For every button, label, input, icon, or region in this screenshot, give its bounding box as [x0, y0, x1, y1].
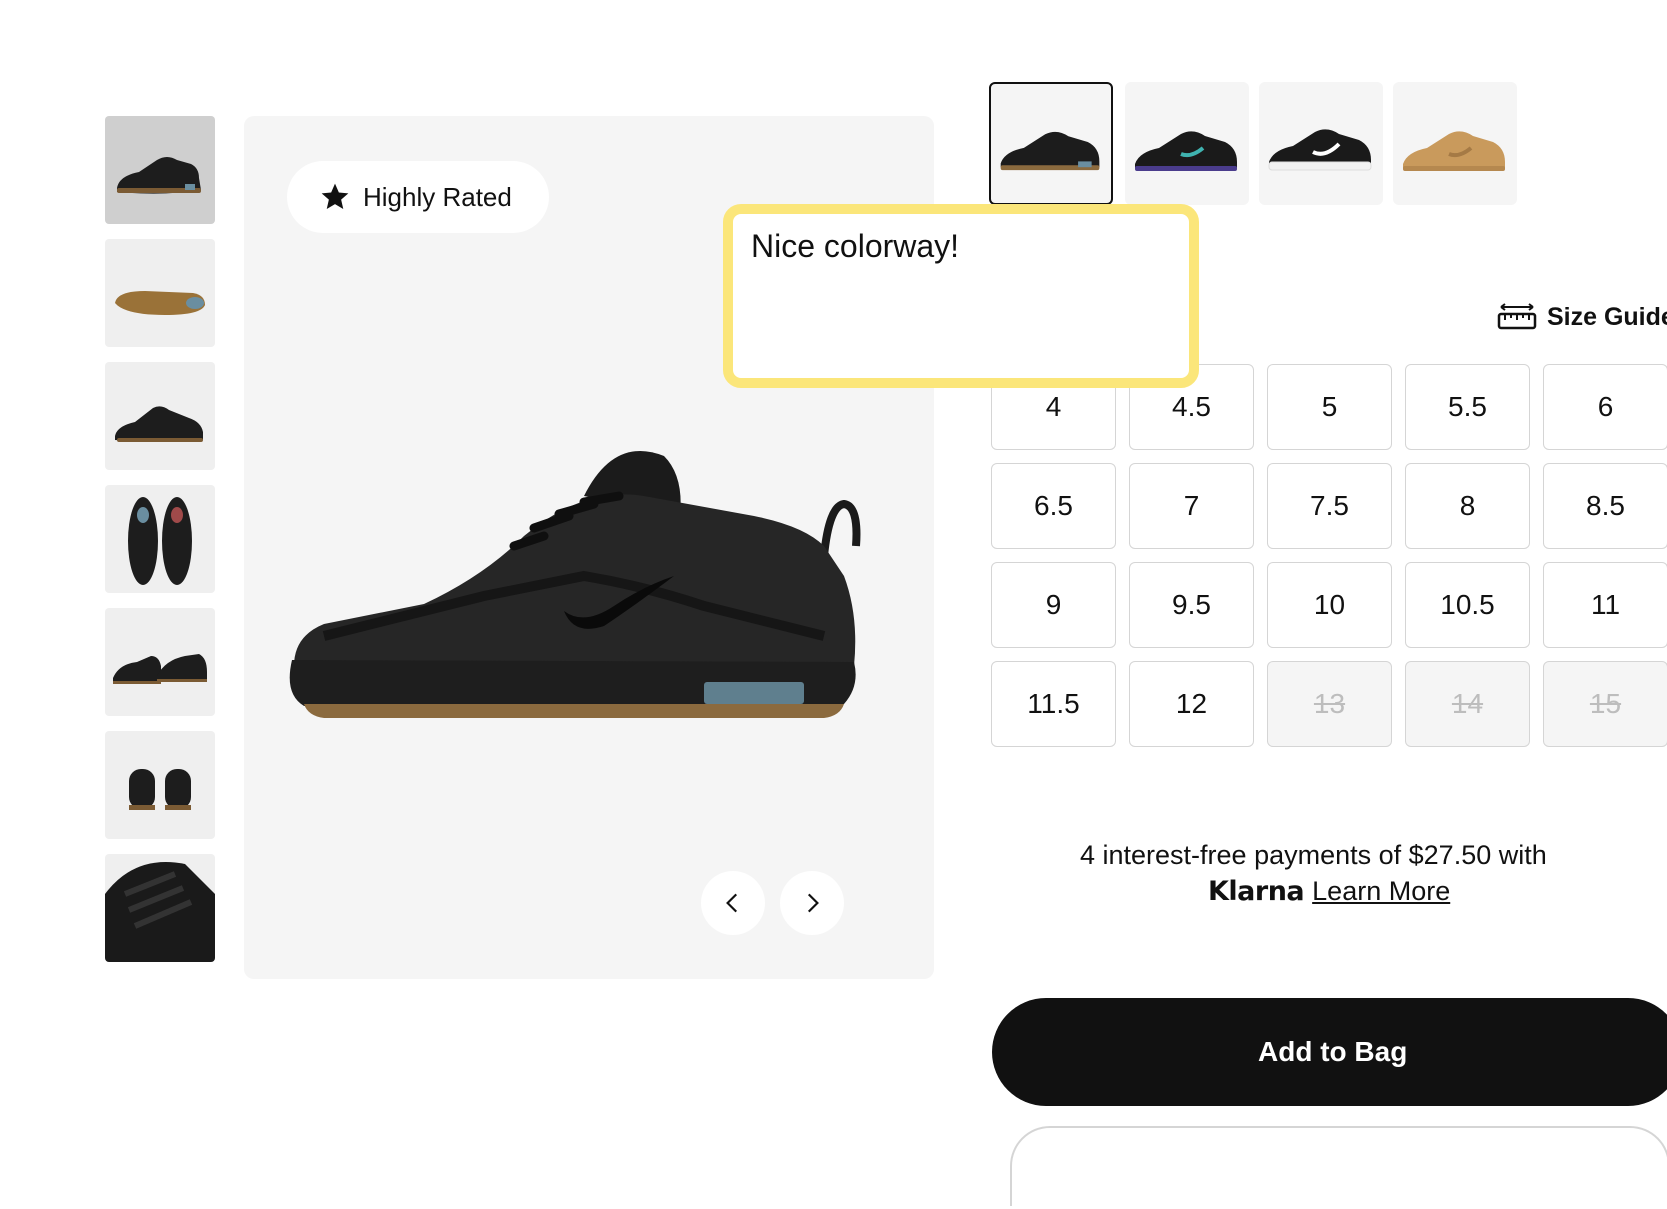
- add-to-bag-button[interactable]: Add to Bag: [992, 998, 1667, 1106]
- size-option-8[interactable]: 8: [1405, 463, 1530, 549]
- size-guide-label: Size Guide: [1547, 302, 1667, 331]
- colorway-swatch-black-purple[interactable]: [1125, 82, 1249, 205]
- thumbnail-back-pair[interactable]: [105, 731, 215, 839]
- badge-label: Highly Rated: [363, 181, 512, 212]
- thumbnail-side[interactable]: [105, 116, 215, 224]
- size-option-6[interactable]: 6: [1543, 364, 1667, 450]
- shoe-swatch-image: [1135, 131, 1237, 171]
- shoe-swatch-image: [1000, 131, 1100, 171]
- prev-image-button[interactable]: [701, 871, 765, 935]
- highly-rated-badge: Highly Rated: [287, 161, 549, 233]
- learn-more-link[interactable]: Learn More: [1312, 876, 1450, 906]
- shoe-swatch-image: [1403, 131, 1505, 171]
- colorway-swatch-black-gum[interactable]: [989, 82, 1113, 205]
- note-text: Nice colorway!: [751, 228, 960, 264]
- colorway-swatch-wheat[interactable]: [1393, 82, 1517, 205]
- size-option-13: 13: [1267, 661, 1392, 747]
- chevron-right-icon: [807, 893, 819, 913]
- favorite-button[interactable]: [1010, 1126, 1667, 1206]
- thumbnail-sole[interactable]: [105, 239, 215, 347]
- size-option-15: 15: [1543, 661, 1667, 747]
- klarna-payment-text: 4 interest-free payments of $27.50 with: [1080, 840, 1547, 870]
- size-option-11[interactable]: 11: [1543, 562, 1667, 648]
- klarna-logo: Klarna: [1208, 876, 1305, 907]
- size-option-8-5[interactable]: 8.5: [1543, 463, 1667, 549]
- size-option-7-5[interactable]: 7.5: [1267, 463, 1392, 549]
- size-option-5[interactable]: 5: [1267, 364, 1392, 450]
- shoe-thumb-image: [105, 862, 215, 962]
- shoe-image: [289, 451, 861, 718]
- size-option-9[interactable]: 9: [991, 562, 1116, 648]
- add-to-bag-label: Add to Bag: [1258, 1036, 1408, 1067]
- thumbnail-pair-angled[interactable]: [105, 608, 215, 716]
- thumbnail-side-medial[interactable]: [105, 362, 215, 470]
- shoe-thumb-image: [129, 769, 191, 810]
- size-guide-link[interactable]: Size Guide: [1497, 302, 1667, 332]
- thumbnail-detail[interactable]: [105, 854, 215, 962]
- size-option-5-5[interactable]: 5.5: [1405, 364, 1530, 450]
- thumbnail-top-pair[interactable]: [105, 485, 215, 593]
- shoe-thumb-image: [115, 406, 203, 442]
- annotation-note[interactable]: Nice colorway!: [723, 204, 1199, 388]
- size-option-6-5[interactable]: 6.5: [991, 463, 1116, 549]
- chevron-left-icon: [726, 893, 738, 913]
- star-icon: [321, 183, 349, 209]
- size-option-11-5[interactable]: 11.5: [991, 661, 1116, 747]
- size-option-10-5[interactable]: 10.5: [1405, 562, 1530, 648]
- shoe-thumb-image: [128, 497, 192, 585]
- size-option-14: 14: [1405, 661, 1530, 747]
- size-option-9-5[interactable]: 9.5: [1129, 562, 1254, 648]
- thumbnail-rail: [105, 116, 215, 977]
- size-option-10[interactable]: 10: [1267, 562, 1392, 648]
- shoe-thumb-image: [113, 654, 207, 684]
- next-image-button[interactable]: [780, 871, 844, 935]
- size-option-7[interactable]: 7: [1129, 463, 1254, 549]
- shoe-swatch-image: [1268, 129, 1372, 171]
- ruler-icon: [1497, 303, 1537, 330]
- size-option-12[interactable]: 12: [1129, 661, 1254, 747]
- shoe-thumb-image: [115, 291, 205, 315]
- klarna-row: Klarna Learn More: [1208, 876, 1450, 907]
- shoe-thumb-image: [117, 157, 201, 194]
- colorway-swatch-black-white[interactable]: [1259, 82, 1383, 205]
